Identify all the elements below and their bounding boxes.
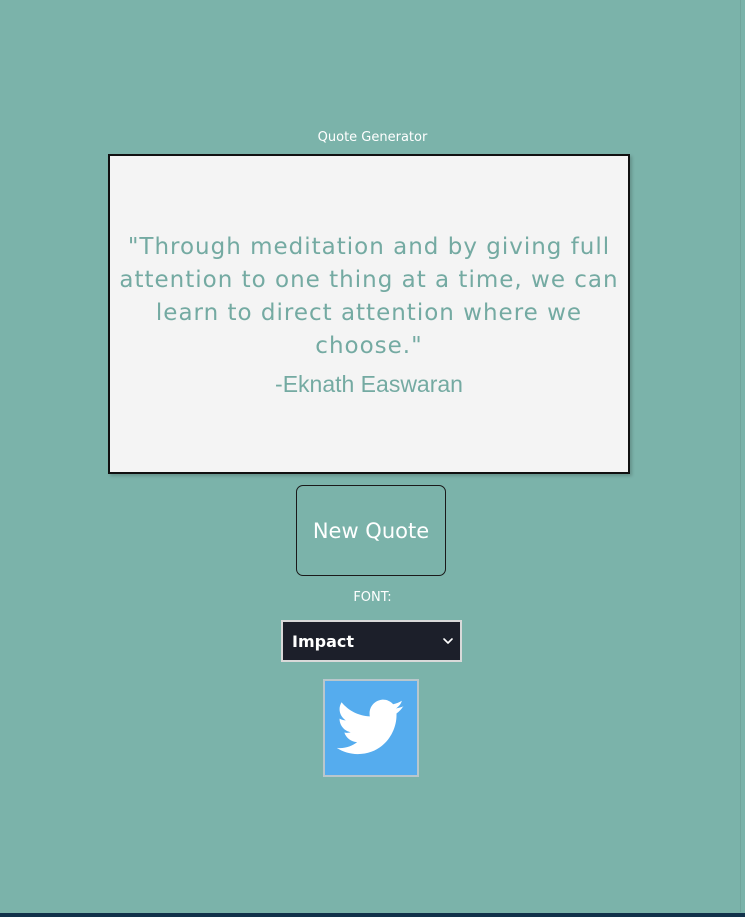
font-select-value: Impact	[292, 631, 355, 651]
tweet-button[interactable]	[323, 679, 419, 777]
bottom-bar	[0, 913, 745, 917]
quote-author: -Eknath Easwaran	[275, 370, 463, 397]
new-quote-button[interactable]: New Quote	[296, 485, 446, 576]
font-select[interactable]: Impact	[281, 620, 462, 662]
app-title: Quote Generator	[317, 130, 428, 145]
twitter-bird-icon	[337, 699, 404, 755]
chevron-down-icon	[443, 638, 453, 644]
quote-card: "Through meditation and by giving full a…	[108, 154, 630, 474]
font-label: FONT:	[353, 590, 392, 605]
quote-text: "Through meditation and by giving full a…	[119, 233, 619, 359]
